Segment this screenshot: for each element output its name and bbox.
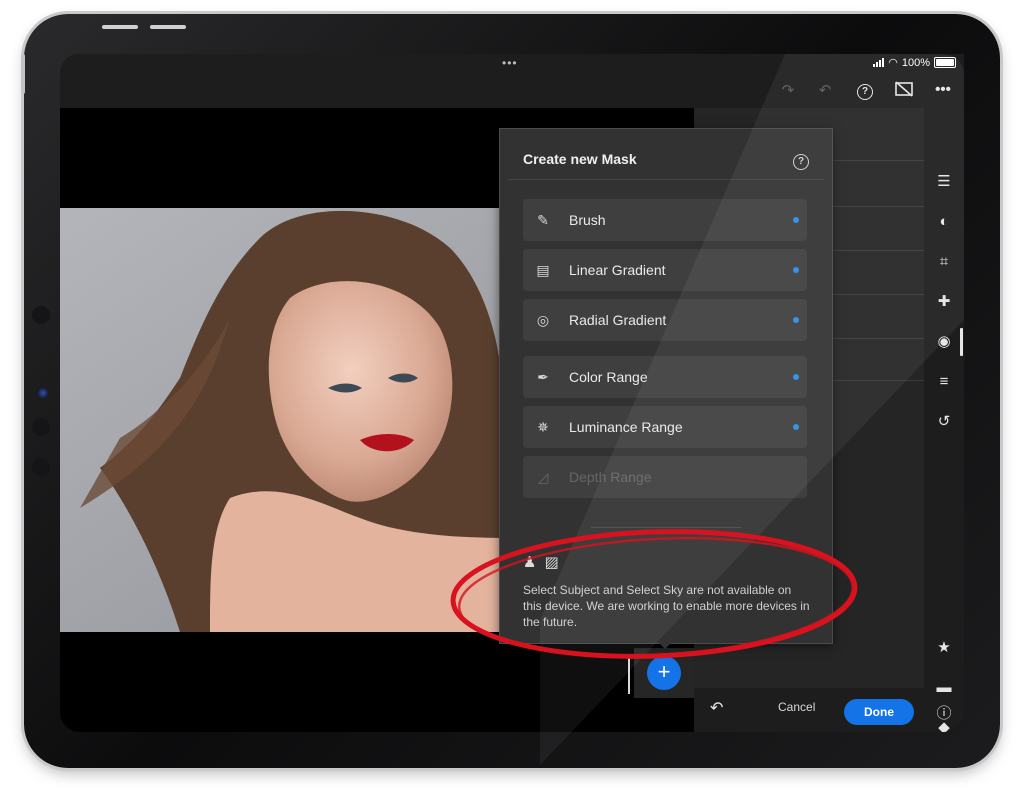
status-bar: ••• ◠ 100% — [60, 54, 964, 74]
unavailable-note: Select Subject and Select Sky are not av… — [523, 583, 810, 629]
mask-option-label: Luminance Range — [569, 419, 683, 435]
more-icon[interactable]: ••• — [932, 81, 954, 98]
presets-icon[interactable]: ◐ — [934, 212, 954, 232]
tool-rail: ☰ ◐ ⌗ ✚ ◉ ≡ ↺ ★ ▬ ◆ — [924, 108, 964, 732]
active-tool-indicator — [960, 328, 963, 356]
history-icon[interactable]: ↺ — [934, 412, 954, 432]
new-indicator-dot — [793, 217, 799, 223]
popover-divider — [591, 527, 741, 528]
app-screen: ••• ◠ 100% ↷ ↶ ? ••• ☰ ◐ ⌗ ✚ ◉ ≡ ↺ ★ ▬ ◆… — [60, 54, 964, 732]
reset-icon[interactable]: ↶ — [710, 698, 723, 718]
select-subject-icon: ♟ — [523, 554, 537, 571]
mask-option-label: Color Range — [569, 369, 648, 385]
mask-option-linear-gradient[interactable]: ▤ Linear Gradient — [523, 249, 807, 291]
status-indicators: ◠ 100% — [873, 56, 956, 69]
bezel-sensor — [32, 418, 50, 436]
new-indicator-dot — [793, 317, 799, 323]
bottom-bar: ↶ Cancel Done — [694, 688, 924, 732]
mask-option-radial-gradient[interactable]: ◎ Radial Gradient — [523, 299, 807, 341]
radial-gradient-icon: ◎ — [536, 312, 550, 328]
popover-title: Create new Mask — [523, 151, 637, 167]
cloud-sync-off-icon[interactable] — [893, 81, 915, 101]
info-icon[interactable]: ⓘ — [934, 704, 954, 724]
volume-button — [102, 25, 138, 29]
mask-list-edge — [628, 654, 630, 694]
select-sky-icon: ▨ — [544, 554, 559, 571]
volume-button — [150, 25, 186, 29]
undo-icon[interactable]: ↶ — [814, 81, 836, 99]
power-button — [21, 54, 25, 94]
comment-icon[interactable]: ▬ — [934, 678, 954, 698]
unavailable-icons: ♟ ▨ — [523, 553, 559, 571]
mask-option-color-range[interactable]: ✒ Color Range — [523, 356, 807, 398]
mask-option-label: Radial Gradient — [569, 312, 667, 328]
mask-option-brush[interactable]: ✎ Brush — [523, 199, 807, 241]
versions-icon[interactable]: ≡ — [934, 372, 954, 392]
cancel-button[interactable]: Cancel — [778, 700, 815, 714]
mask-option-label: Depth Range — [569, 469, 652, 485]
popover-help-glyph: ? — [793, 154, 809, 170]
multitasking-dots[interactable]: ••• — [502, 56, 518, 70]
mask-option-label: Linear Gradient — [569, 262, 666, 278]
add-mask-button[interactable]: + — [647, 656, 681, 690]
done-button[interactable]: Done — [844, 699, 914, 725]
edit-sliders-icon[interactable]: ☰ — [934, 172, 954, 192]
star-icon[interactable]: ★ — [934, 638, 954, 658]
battery-icon — [934, 57, 956, 68]
create-mask-popover: Create new Mask ? ✎ Brush ▤ Linear Gradi… — [499, 128, 833, 644]
new-indicator-dot — [793, 424, 799, 430]
mask-option-label: Brush — [569, 212, 606, 228]
linear-gradient-icon: ▤ — [536, 262, 550, 278]
luminance-range-icon: ✵ — [537, 419, 549, 435]
help-icon[interactable]: ? — [854, 81, 876, 100]
color-range-icon: ✒ — [537, 369, 549, 385]
masking-icon[interactable]: ◉ — [934, 332, 954, 352]
help-glyph: ? — [857, 84, 873, 100]
wifi-icon: ◠ — [888, 57, 898, 69]
new-indicator-dot — [793, 374, 799, 380]
mask-option-luminance-range[interactable]: ✵ Luminance Range — [523, 406, 807, 448]
redo-icon[interactable]: ↷ — [777, 81, 799, 99]
bezel-sensor — [32, 458, 50, 476]
signal-icon — [873, 58, 885, 67]
popover-divider — [508, 179, 824, 180]
brush-icon: ✎ — [537, 212, 549, 228]
new-indicator-dot — [793, 267, 799, 273]
battery-text: 100% — [901, 56, 930, 69]
bezel-sensor — [32, 306, 50, 324]
crop-icon[interactable]: ⌗ — [934, 252, 954, 272]
popover-help-icon[interactable]: ? — [793, 151, 809, 170]
depth-range-icon: ◿ — [537, 469, 549, 485]
top-toolbar: ↷ ↶ ? ••• — [60, 74, 964, 108]
popover-caret — [656, 640, 674, 649]
mask-option-depth-range: ◿ Depth Range — [523, 456, 807, 498]
front-camera — [38, 388, 48, 398]
healing-icon[interactable]: ✚ — [934, 292, 954, 312]
